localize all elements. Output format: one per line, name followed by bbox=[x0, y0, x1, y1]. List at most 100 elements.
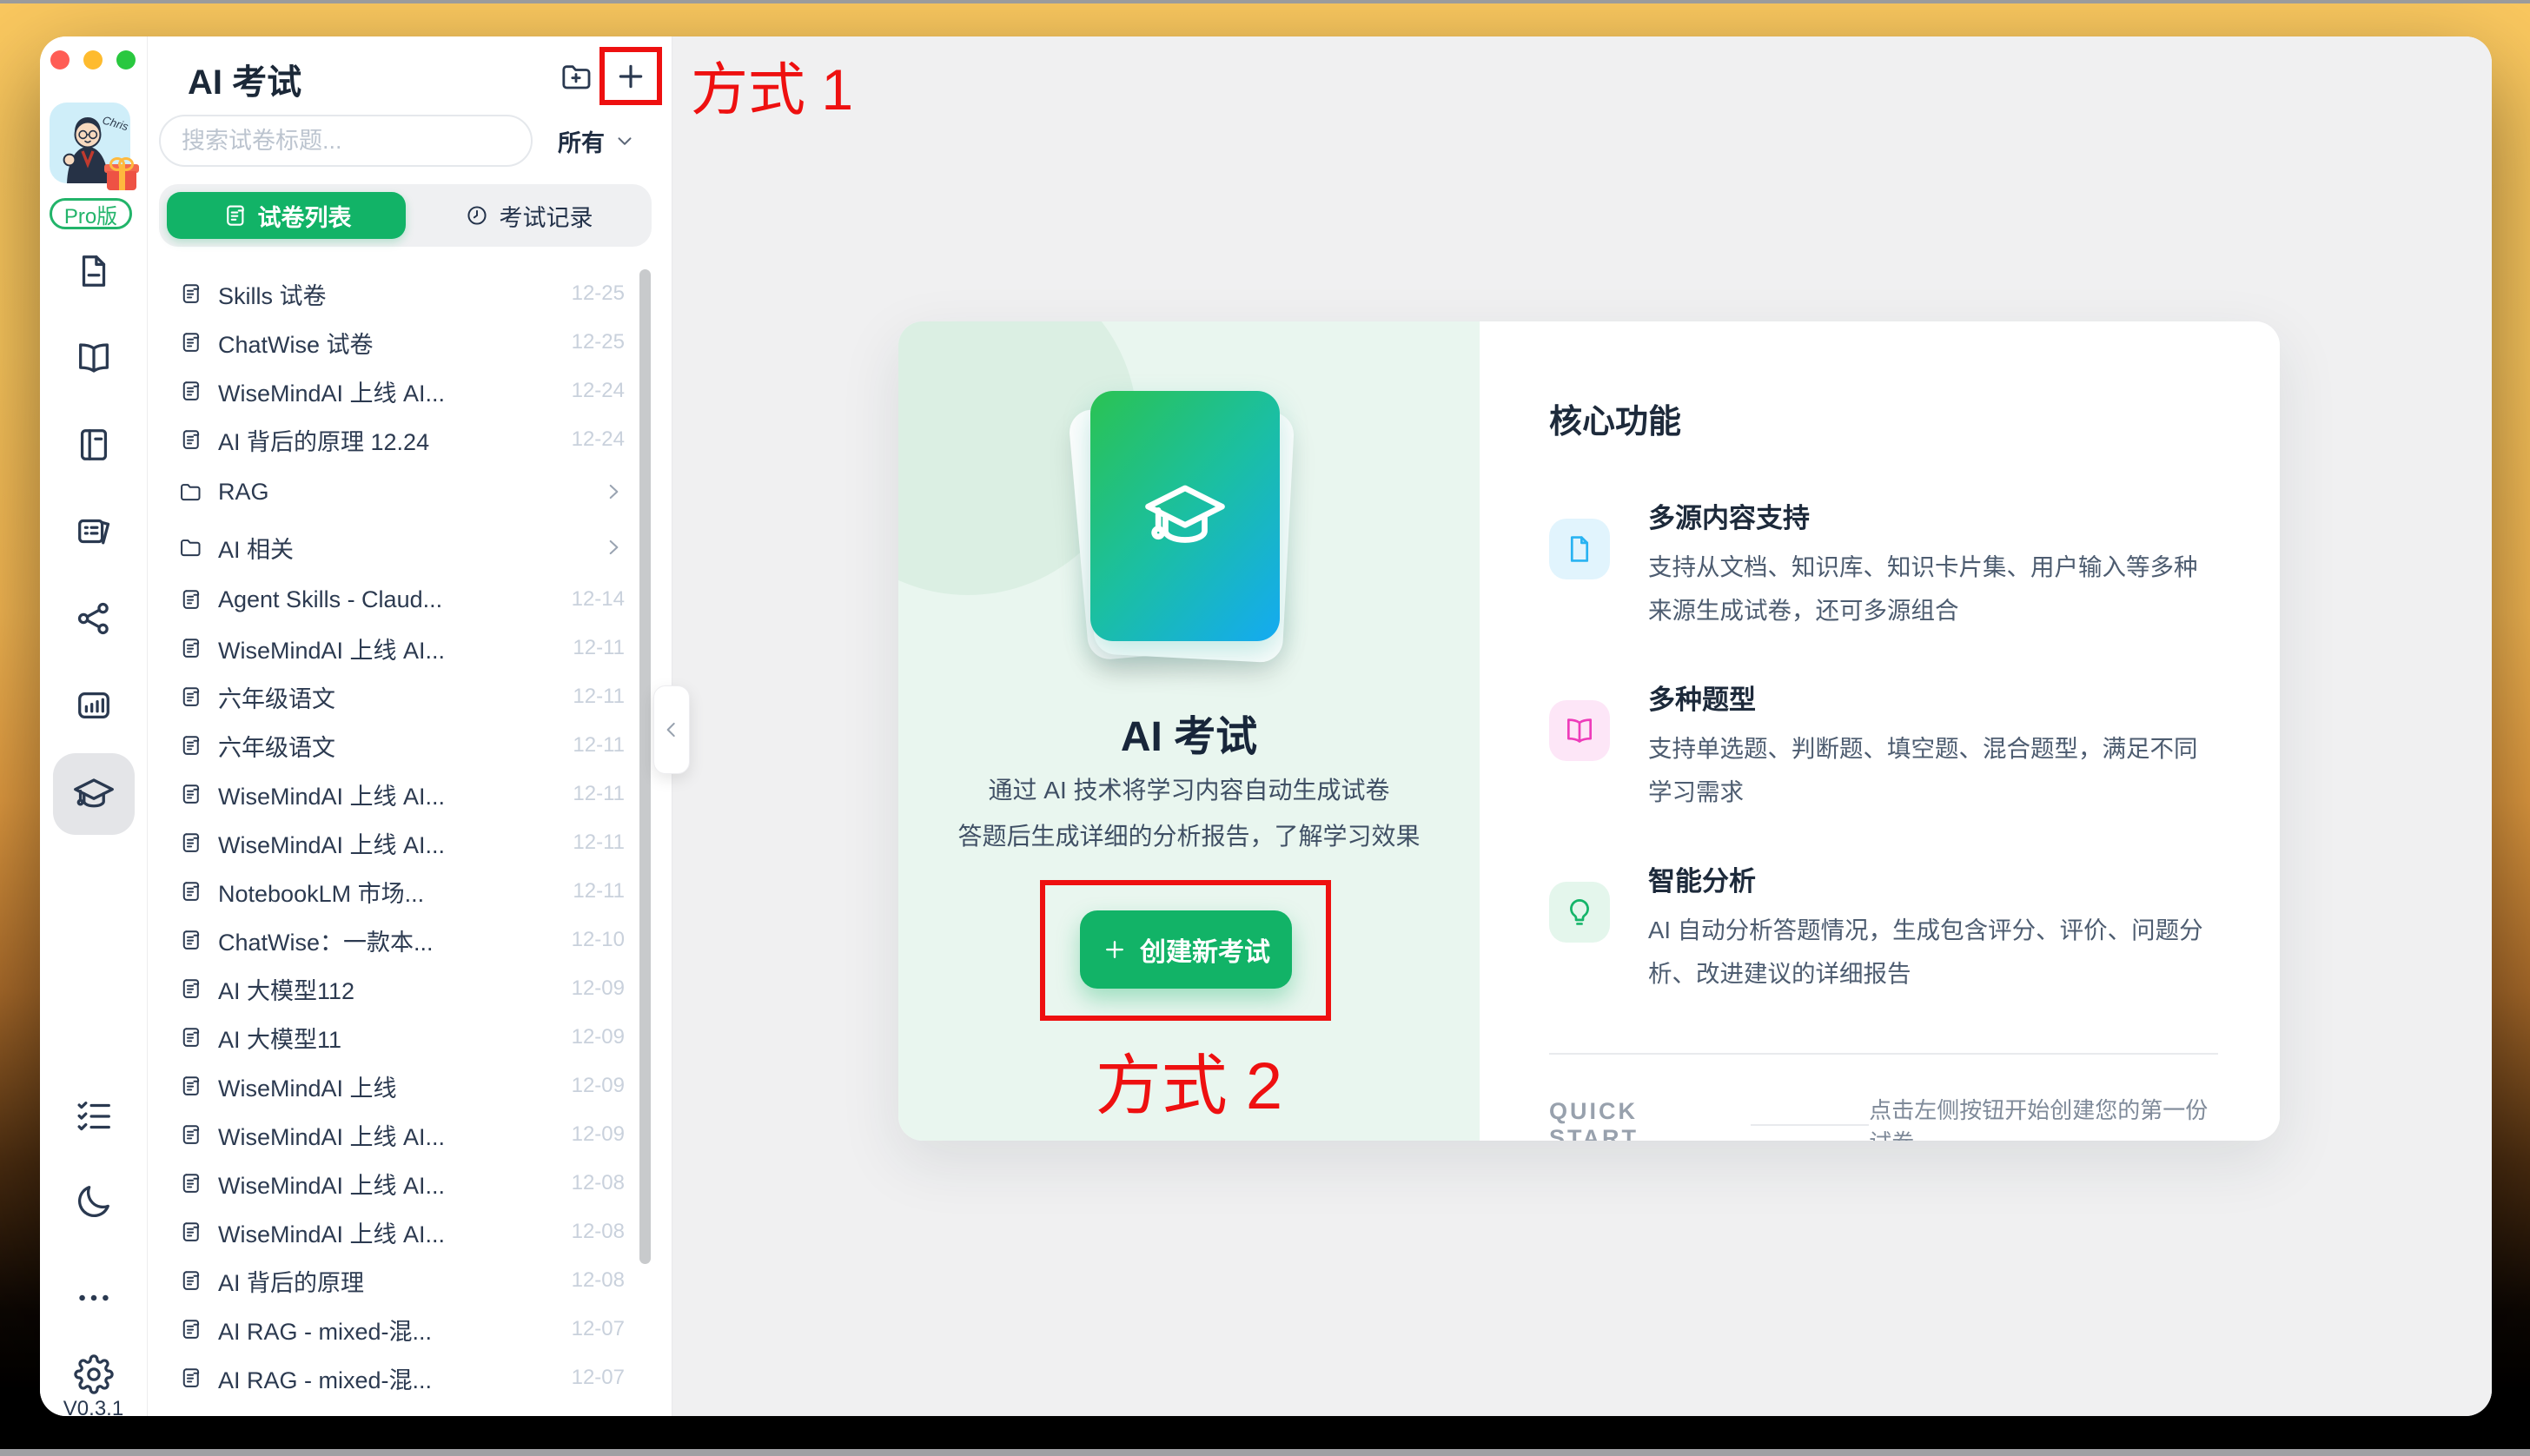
feature-title: 多源内容支持 bbox=[1648, 496, 2218, 535]
filter-label: 所有 bbox=[558, 124, 605, 158]
list-item-exam[interactable]: WiseMindAI 上线 AI... 12-24 bbox=[148, 367, 672, 415]
list-item-exam[interactable]: WiseMindAI 上线 AI... 12-11 bbox=[148, 770, 672, 818]
minimize-window-button[interactable] bbox=[83, 50, 103, 69]
exam-paper-icon bbox=[178, 1317, 202, 1341]
sidebar-item-exam-active[interactable] bbox=[53, 753, 135, 835]
list-item-exam[interactable]: WiseMindAI 上线 AI... 12-08 bbox=[148, 1159, 672, 1208]
folder-plus-icon bbox=[559, 59, 593, 94]
chevron-down-icon bbox=[613, 129, 636, 152]
list-item-title: 六年级语文 bbox=[218, 729, 335, 763]
list-item-date: 12-24 bbox=[572, 379, 625, 403]
list-item-exam[interactable]: AI 大模型11 12-09 bbox=[148, 1013, 672, 1062]
sidebar-item-flashcards[interactable] bbox=[74, 512, 114, 552]
feature-icon bbox=[1563, 714, 1596, 747]
annotation-box-method1 bbox=[599, 47, 662, 105]
list-item-exam[interactable]: AI 大模型112 12-09 bbox=[148, 964, 672, 1013]
hero-description-line2: 答题后生成详细的分析报告，了解学习效果 bbox=[898, 817, 1480, 852]
graduation-cap-icon bbox=[1142, 473, 1229, 559]
zoom-window-button[interactable] bbox=[116, 50, 136, 69]
avatar[interactable]: Chris bbox=[50, 103, 130, 183]
sidebar-item-statistics[interactable] bbox=[74, 685, 114, 725]
sidebar-item-library[interactable] bbox=[74, 338, 114, 378]
list-item-exam[interactable]: WiseMindAI 上线 12-09 bbox=[148, 1062, 672, 1110]
feature-icon-tile bbox=[1549, 882, 1610, 943]
list-item-exam[interactable]: NotebookLM 市场... 12-11 bbox=[148, 867, 672, 916]
search-input[interactable] bbox=[159, 115, 533, 167]
exam-paper-icon bbox=[178, 330, 202, 354]
annotation-box-method2 bbox=[1040, 880, 1331, 1021]
list-item-exam[interactable]: WiseMindAI 上线 AI... 12-11 bbox=[148, 624, 672, 672]
list-item-exam[interactable]: ChatWise：一款本... 12-10 bbox=[148, 916, 672, 964]
exam-paper-icon bbox=[178, 1268, 202, 1293]
list-item-title: AI 大模型11 bbox=[218, 1021, 341, 1055]
hero-description-line1: 通过 AI 技术将学习内容自动生成试卷 bbox=[898, 771, 1480, 806]
feature-description: 支持从文档、知识库、知识卡片集、用户输入等多种来源生成试卷，还可多源组合 bbox=[1648, 546, 2218, 632]
gift-icon bbox=[104, 157, 139, 190]
list-item-folder[interactable]: RAG bbox=[148, 464, 672, 520]
list-item-date: 12-24 bbox=[572, 427, 625, 452]
exam-paper-icon bbox=[178, 976, 202, 1001]
list-item-exam[interactable]: WiseMindAI 上线 AI... 12-08 bbox=[148, 1208, 672, 1256]
exam-paper-icon bbox=[178, 928, 202, 952]
feature-description: 支持单选题、判断题、填空题、混合题型，满足不同学习需求 bbox=[1648, 727, 2218, 814]
sidebar-item-settings[interactable] bbox=[74, 1354, 114, 1394]
sidebar-item-notebook[interactable] bbox=[74, 425, 114, 465]
list-item-exam[interactable]: WiseMindAI 上线 AI... 12-09 bbox=[148, 1110, 672, 1159]
list-item-exam[interactable]: AI 背后的原理 12.24 12-24 bbox=[148, 415, 672, 464]
folder-icon bbox=[178, 535, 202, 559]
pro-badge[interactable]: Pro版 bbox=[50, 198, 132, 229]
list-item-exam[interactable]: 六年级语文 12-11 bbox=[148, 672, 672, 721]
list-item-exam[interactable]: AI 背后的原理 12-08 bbox=[148, 1256, 672, 1305]
list-item-title: WiseMindAI 上线 AI... bbox=[218, 1215, 445, 1249]
exam-paper-icon bbox=[178, 1220, 202, 1244]
list-item-exam[interactable]: Agent Skills - Claud... 12-14 bbox=[148, 575, 672, 624]
annotation-method1: 方式 1 bbox=[691, 43, 853, 127]
exam-paper-icon bbox=[178, 831, 202, 855]
feature-row: 多源内容支持 支持从文档、知识库、知识卡片集、用户输入等多种来源生成试卷，还可多… bbox=[1549, 496, 2218, 632]
icon-sidebar: Chris Pro版 bbox=[40, 36, 148, 1416]
screen-bottom-edge bbox=[0, 1449, 2530, 1456]
app-window: Chris Pro版 bbox=[40, 36, 2492, 1416]
list-item-title: AI 背后的原理 bbox=[218, 1264, 364, 1298]
gear-icon bbox=[74, 1354, 114, 1394]
list-item-title: ChatWise 试卷 bbox=[218, 326, 374, 360]
list-item-date: 12-11 bbox=[573, 685, 625, 709]
exam-paper-icon bbox=[178, 427, 202, 452]
panel-title: AI 考试 bbox=[188, 54, 301, 104]
list-item-title: AI RAG - mixed-混... bbox=[218, 1361, 432, 1395]
list-item-date: 12-08 bbox=[572, 1171, 625, 1195]
close-window-button[interactable] bbox=[50, 50, 70, 69]
list-scrollbar[interactable] bbox=[639, 269, 651, 1264]
version-label: V0.3.1 bbox=[40, 1397, 147, 1416]
list-item-exam[interactable]: 六年级语文 12-11 bbox=[148, 721, 672, 770]
list-item-title: RAG bbox=[218, 479, 269, 506]
exam-paper-icon bbox=[178, 1171, 202, 1195]
list-item-date: 12-07 bbox=[572, 1366, 625, 1390]
tab-exam-records[interactable]: 考试记录 bbox=[406, 199, 652, 233]
sidebar-item-share[interactable] bbox=[74, 599, 114, 639]
list-item-exam[interactable]: AI RAG - mixed-混... 12-07 bbox=[148, 1305, 672, 1353]
sidebar-item-dark-mode[interactable] bbox=[74, 1181, 114, 1221]
list-item-title: WiseMindAI 上线 AI... bbox=[218, 826, 445, 860]
list-item-folder[interactable]: AI 相关 bbox=[148, 520, 672, 575]
annotation-method2: 方式 2 bbox=[898, 1032, 1480, 1128]
list-item-exam[interactable]: WiseMindAI 上线 AI... 12-11 bbox=[148, 818, 672, 867]
list-item-exam[interactable]: AI RAG - mixed-混... 12-07 bbox=[148, 1353, 672, 1402]
list-item-title: AI 大模型112 bbox=[218, 972, 354, 1006]
sidebar-item-checklist[interactable] bbox=[74, 1096, 114, 1136]
list-item-exam[interactable]: Skills 试卷 12-25 bbox=[148, 269, 672, 318]
exam-paper-icon bbox=[178, 733, 202, 758]
exam-paper-icon bbox=[178, 1074, 202, 1098]
exam-list-panel: AI 考试 所有 试卷列表 考试记录 Skills 试卷 12-25 ChatW… bbox=[148, 36, 672, 1416]
collapse-panel-handle[interactable] bbox=[653, 685, 690, 774]
list-item-date: 12-07 bbox=[572, 1317, 625, 1341]
tab-exam-list[interactable]: 试卷列表 bbox=[167, 192, 406, 239]
features-heading: 核心功能 bbox=[1549, 394, 2218, 442]
sidebar-item-more[interactable] bbox=[74, 1278, 114, 1318]
list-item-exam[interactable]: ChatWise 试卷 12-25 bbox=[148, 318, 672, 367]
exam-paper-icon bbox=[178, 587, 202, 612]
filter-dropdown[interactable]: 所有 bbox=[558, 115, 636, 167]
new-folder-button[interactable] bbox=[559, 59, 593, 94]
feature-title: 智能分析 bbox=[1648, 859, 2218, 898]
sidebar-item-document[interactable] bbox=[74, 251, 114, 291]
